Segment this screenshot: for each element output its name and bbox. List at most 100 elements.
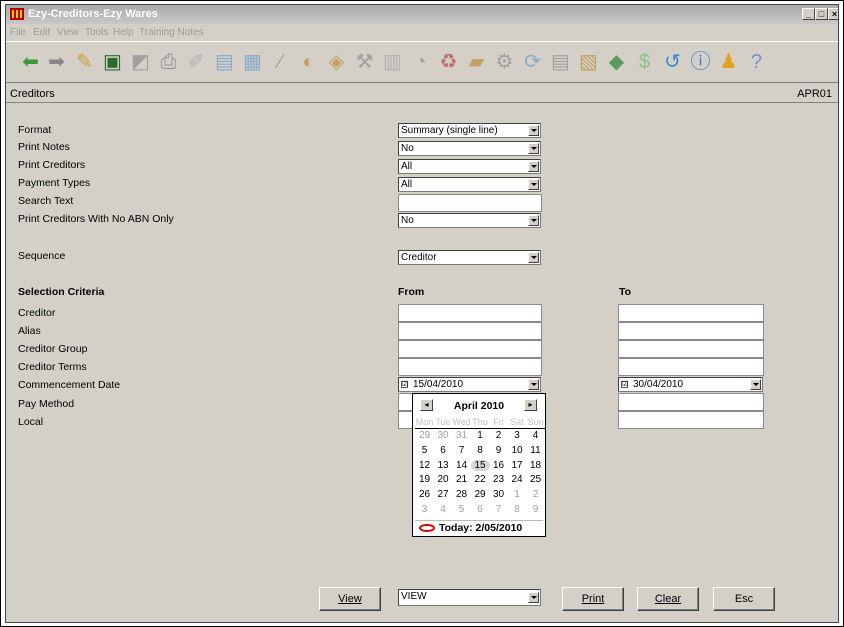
calendar-day[interactable]: 6: [434, 445, 453, 456]
print-creditors-select[interactable]: All: [398, 159, 541, 174]
minimize-icon[interactable]: _: [802, 8, 815, 20]
chevron-down-icon[interactable]: [528, 252, 539, 263]
calendar-day[interactable]: 27: [434, 489, 453, 500]
chevron-down-icon[interactable]: [528, 379, 539, 390]
calendar-day[interactable]: 22: [471, 474, 490, 485]
calendar-today[interactable]: Today: 2/05/2010: [415, 520, 543, 535]
format-select[interactable]: Summary (single line): [398, 123, 541, 138]
search-text-input[interactable]: [398, 194, 542, 212]
payment-types-select[interactable]: All: [398, 177, 541, 192]
calendar-day[interactable]: 1: [508, 489, 527, 500]
clear-button[interactable]: Clear: [637, 587, 699, 611]
calendar-day[interactable]: 15: [470, 459, 490, 471]
gear-icon[interactable]: ⚙: [492, 50, 517, 75]
refresh-icon[interactable]: ⟳: [520, 50, 545, 75]
dollar-icon[interactable]: $: [632, 50, 657, 75]
tools-icon[interactable]: ✐: [184, 50, 209, 75]
date-checkbox[interactable]: ☑: [401, 381, 408, 388]
menu-tools[interactable]: Tools: [85, 27, 108, 38]
commencement-from-date[interactable]: ☑ 15/04/2010: [398, 377, 541, 392]
chevron-down-icon[interactable]: [750, 379, 761, 390]
alias-to-input[interactable]: [618, 322, 764, 340]
column-icon[interactable]: ▥: [380, 50, 405, 75]
creditor-from-input[interactable]: [398, 304, 542, 322]
chart-icon[interactable]: ◩: [128, 50, 153, 75]
calendar-day[interactable]: 17: [508, 460, 527, 471]
prev-month-icon[interactable]: ◂: [420, 399, 433, 411]
commencement-to-date[interactable]: ☑ 30/04/2010: [618, 377, 763, 392]
calendar-day[interactable]: 7: [452, 445, 471, 456]
no-abn-select[interactable]: No: [398, 213, 541, 228]
close-icon[interactable]: ×: [828, 8, 838, 20]
calendar-day[interactable]: 14: [452, 460, 471, 471]
calendar-day[interactable]: 24: [508, 474, 527, 485]
calendar-day[interactable]: 5: [452, 504, 471, 515]
money-icon[interactable]: ◆: [604, 50, 629, 75]
sequence-select[interactable]: Creditor: [398, 250, 541, 265]
calendar-day[interactable]: 1: [471, 430, 490, 441]
chevron-down-icon[interactable]: [528, 143, 539, 154]
recycle-icon[interactable]: ♻: [436, 50, 461, 75]
edit-icon[interactable]: ▣: [100, 50, 125, 75]
calendar-day[interactable]: 19: [415, 474, 434, 485]
calendar-day[interactable]: 13: [434, 460, 453, 471]
calendar-day[interactable]: 29: [471, 489, 490, 500]
creditor-group-from-input[interactable]: [398, 340, 542, 358]
calendar-day[interactable]: 16: [489, 460, 508, 471]
pencil-icon[interactable]: ⁄: [268, 50, 293, 75]
calendar-day[interactable]: 30: [489, 489, 508, 500]
chart-pie-icon[interactable]: ◔: [408, 50, 433, 75]
creditor-group-to-input[interactable]: [618, 340, 764, 358]
date-checkbox[interactable]: ☑: [621, 381, 628, 388]
undo-icon[interactable]: ↺: [660, 50, 685, 75]
next-month-icon[interactable]: ▸: [524, 399, 537, 411]
calendar-day[interactable]: 31: [452, 430, 471, 441]
creditor-terms-from-input[interactable]: [398, 358, 542, 376]
alias-from-input[interactable]: [398, 322, 542, 340]
calendar-day[interactable]: 2: [526, 489, 545, 500]
calendar-day[interactable]: 3: [415, 504, 434, 515]
maximize-icon[interactable]: □: [815, 8, 828, 20]
package-icon[interactable]: ▧: [576, 50, 601, 75]
disc-icon[interactable]: ◐: [296, 50, 321, 75]
chevron-down-icon[interactable]: [528, 161, 539, 172]
chevron-down-icon[interactable]: [528, 592, 539, 603]
calendar-day[interactable]: 9: [526, 504, 545, 515]
calendar-day[interactable]: 6: [471, 504, 490, 515]
menu-view[interactable]: View: [57, 27, 79, 38]
notes-icon[interactable]: ▦: [240, 50, 265, 75]
menu-training-notes[interactable]: Training Notes: [139, 27, 204, 38]
menu-edit[interactable]: Edit: [33, 27, 50, 38]
pay-method-to-input[interactable]: [618, 393, 764, 411]
calendar-day[interactable]: 8: [471, 445, 490, 456]
calendar-day[interactable]: 29: [415, 430, 434, 441]
view-button[interactable]: View: [319, 587, 381, 611]
calendar-day[interactable]: 21: [452, 474, 471, 485]
chevron-down-icon[interactable]: [528, 179, 539, 190]
calendar-day[interactable]: 20: [434, 474, 453, 485]
chevron-down-icon[interactable]: [528, 215, 539, 226]
print-notes-select[interactable]: No: [398, 141, 541, 156]
esc-button[interactable]: Esc: [713, 587, 775, 611]
calendar-day[interactable]: 12: [415, 460, 434, 471]
back-arrow-icon[interactable]: ⬅: [18, 50, 43, 75]
calendar-day[interactable]: 4: [434, 504, 453, 515]
monitor-icon[interactable]: ▤: [212, 50, 237, 75]
calendar-day[interactable]: 11: [526, 445, 545, 456]
calendar-day[interactable]: 3: [508, 430, 527, 441]
calendar-day[interactable]: 23: [489, 474, 508, 485]
output-select[interactable]: VIEW: [398, 589, 541, 606]
brush-icon[interactable]: ⚒: [352, 50, 377, 75]
list-icon[interactable]: ▤: [548, 50, 573, 75]
creditor-terms-to-input[interactable]: [618, 358, 764, 376]
calendar-day[interactable]: 7: [489, 504, 508, 515]
print-button[interactable]: Print: [562, 587, 624, 611]
menu-file[interactable]: File: [10, 27, 26, 38]
calendar-day[interactable]: 18: [526, 460, 545, 471]
calendar-day[interactable]: 30: [434, 430, 453, 441]
menu-help[interactable]: Help: [113, 27, 134, 38]
calendar-day[interactable]: 4: [526, 430, 545, 441]
creditor-to-input[interactable]: [618, 304, 764, 322]
info-icon[interactable]: ⓘ: [688, 50, 713, 75]
box-icon[interactable]: ◈: [324, 50, 349, 75]
